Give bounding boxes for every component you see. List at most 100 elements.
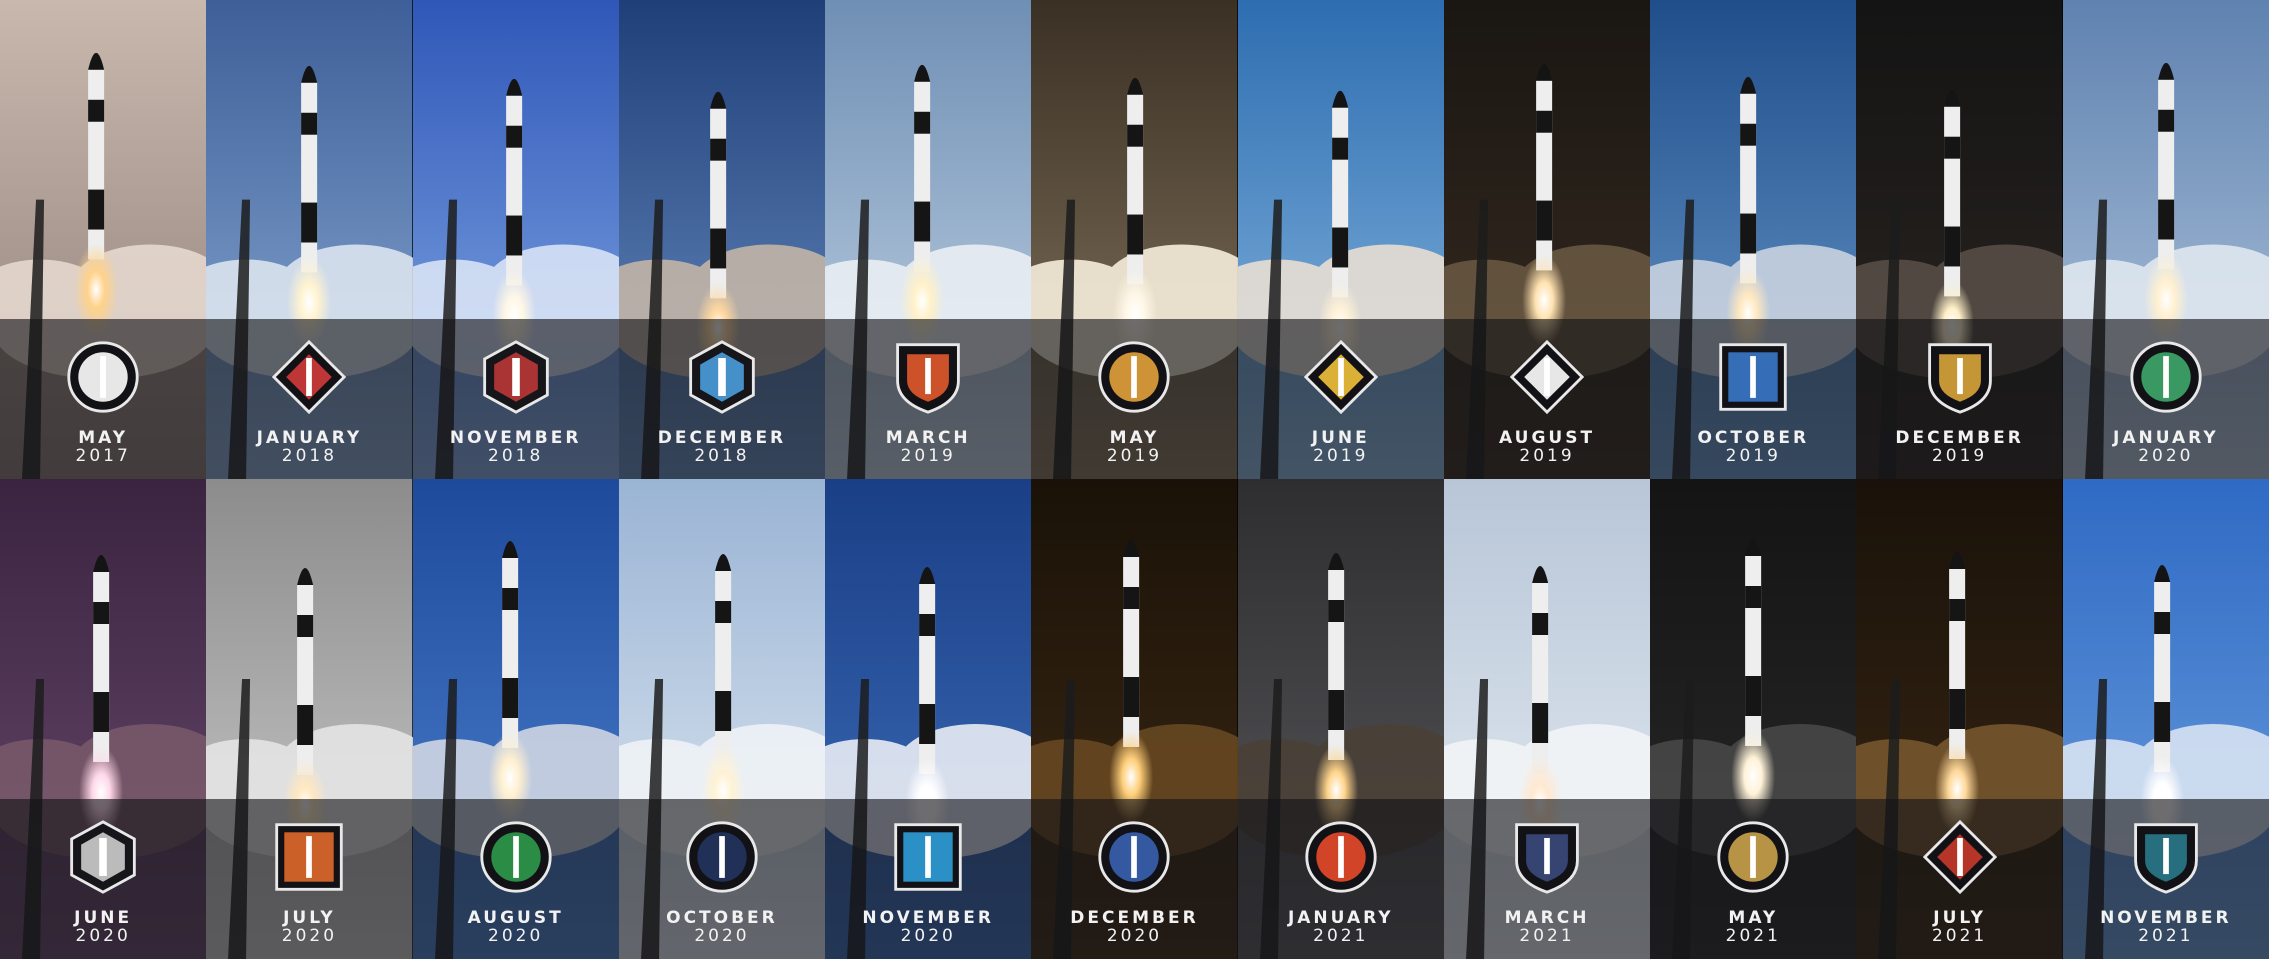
launch-month: JUNE bbox=[1311, 428, 1370, 448]
caption-band: JANUARY 2018 bbox=[206, 319, 413, 479]
launch-year: 2019 bbox=[1931, 446, 1988, 466]
launch-month: AUGUST bbox=[467, 908, 564, 928]
caption-band: AUGUST 2020 bbox=[412, 799, 619, 959]
launch-date: JANUARY 2018 bbox=[206, 429, 412, 465]
launch-year: 2019 bbox=[900, 446, 956, 466]
launch-month: JANUARY bbox=[1287, 908, 1394, 928]
mission-patch-icon bbox=[1719, 343, 1788, 411]
launch-tile: DECEMBER 2018 bbox=[618, 0, 826, 479]
launch-date: JULY 2020 bbox=[206, 909, 412, 945]
launch-date: DECEMBER 2020 bbox=[1031, 909, 1237, 945]
launch-year: 2021 bbox=[1931, 926, 1988, 946]
launch-tile: MARCH 2019 bbox=[825, 0, 1032, 479]
launch-year: 2021 bbox=[1519, 926, 1575, 946]
launch-year: 2020 bbox=[488, 926, 544, 946]
launch-tile: DECEMBER 2019 bbox=[1856, 0, 2063, 479]
launch-tile: OCTOBER 2019 bbox=[1650, 0, 1857, 479]
launch-month: AUGUST bbox=[1499, 428, 1596, 448]
launch-year: 2021 bbox=[1313, 926, 1369, 946]
launch-tile: JUNE 2020 bbox=[0, 479, 207, 959]
launch-month: MAY bbox=[78, 428, 129, 448]
launch-year: 2019 bbox=[1725, 446, 1781, 466]
launch-date: OCTOBER 2019 bbox=[1650, 429, 1856, 465]
launch-date: JANUARY 2020 bbox=[2063, 429, 2269, 465]
caption-band: JANUARY 2021 bbox=[1237, 799, 1444, 959]
launch-date: MARCH 2019 bbox=[825, 429, 1031, 465]
launch-month: JANUARY bbox=[256, 428, 363, 448]
launch-month: MAY bbox=[1109, 428, 1160, 448]
launch-collage-grid: MAY 2017 JANUARY 2018 NOVEMBER 2018 DECEMBER 20… bbox=[0, 0, 2269, 959]
launch-month: JUNE bbox=[74, 908, 133, 928]
launch-date: MAY 2017 bbox=[0, 429, 206, 465]
launch-month: OCTOBER bbox=[1697, 428, 1810, 448]
caption-band: DECEMBER 2018 bbox=[618, 319, 826, 479]
launch-tile: JUNE 2019 bbox=[1237, 0, 1444, 479]
mission-patch-icon bbox=[1922, 819, 1997, 895]
launch-month: JANUARY bbox=[2113, 428, 2219, 448]
caption-band: NOVEMBER 2020 bbox=[825, 799, 1032, 959]
mission-patch-icon bbox=[896, 343, 961, 414]
launch-tile: NOVEMBER 2020 bbox=[825, 479, 1032, 959]
caption-band: DECEMBER 2019 bbox=[1856, 319, 2063, 479]
launch-date: JANUARY 2021 bbox=[1238, 909, 1444, 945]
mission-patch-icon bbox=[275, 823, 344, 891]
launch-date: AUGUST 2019 bbox=[1444, 429, 1650, 465]
launch-date: OCTOBER 2020 bbox=[619, 909, 825, 945]
mission-patch-icon bbox=[67, 341, 139, 413]
launch-tile: JANUARY 2020 bbox=[2062, 0, 2269, 479]
launch-year: 2017 bbox=[75, 446, 131, 466]
launch-year: 2020 bbox=[75, 926, 131, 946]
launch-year: 2021 bbox=[1725, 926, 1781, 946]
mission-patch-icon bbox=[1927, 343, 1992, 414]
mission-patch-icon bbox=[1515, 823, 1579, 894]
launch-month: MARCH bbox=[1504, 908, 1590, 928]
mission-patch-icon bbox=[1717, 821, 1789, 893]
launch-tile: MAY 2017 bbox=[0, 0, 207, 479]
mission-patch-icon bbox=[2134, 823, 2198, 894]
mission-patch-icon bbox=[1303, 339, 1378, 415]
launch-date: DECEMBER 2018 bbox=[619, 429, 825, 465]
launch-tile: MARCH 2021 bbox=[1443, 479, 1651, 959]
launch-month: JULY bbox=[1933, 908, 1986, 928]
launch-month: DECEMBER bbox=[657, 428, 787, 448]
caption-band: JANUARY 2020 bbox=[2062, 319, 2269, 479]
launch-tile: JANUARY 2018 bbox=[206, 0, 413, 479]
launch-tile: NOVEMBER 2018 bbox=[412, 0, 619, 479]
launch-tile: AUGUST 2020 bbox=[412, 479, 619, 959]
mission-patch-icon bbox=[689, 340, 755, 414]
launch-date: AUGUST 2020 bbox=[413, 909, 619, 945]
launch-month: NOVEMBER bbox=[2100, 908, 2232, 928]
launch-tile: NOVEMBER 2021 bbox=[2062, 479, 2269, 959]
caption-band: MARCH 2021 bbox=[1443, 799, 1651, 959]
launch-date: MARCH 2021 bbox=[1444, 909, 1650, 945]
mission-patch-icon bbox=[70, 820, 136, 894]
launch-date: MAY 2021 bbox=[1650, 909, 1856, 945]
caption-band: MARCH 2019 bbox=[825, 319, 1032, 479]
launch-month: JULY bbox=[283, 908, 336, 928]
launch-date: NOVEMBER 2018 bbox=[413, 429, 619, 465]
launch-date: MAY 2019 bbox=[1031, 429, 1237, 465]
mission-patch-icon bbox=[894, 823, 962, 891]
mission-patch-icon bbox=[482, 340, 549, 414]
launch-date: NOVEMBER 2020 bbox=[825, 909, 1031, 945]
launch-tile: JANUARY 2021 bbox=[1237, 479, 1444, 959]
caption-band: JULY 2020 bbox=[206, 799, 413, 959]
caption-band: JUNE 2020 bbox=[0, 799, 207, 959]
launch-month: OCTOBER bbox=[666, 908, 778, 928]
launch-date: JUNE 2020 bbox=[0, 909, 206, 945]
launch-tile: OCTOBER 2020 bbox=[618, 479, 826, 959]
mission-patch-icon bbox=[2130, 341, 2202, 413]
caption-band: MAY 2017 bbox=[0, 319, 207, 479]
launch-year: 2020 bbox=[900, 926, 956, 946]
launch-year: 2020 bbox=[2138, 446, 2194, 466]
caption-band: NOVEMBER 2018 bbox=[412, 319, 619, 479]
caption-band: JULY 2021 bbox=[1856, 799, 2063, 959]
launch-date: JULY 2021 bbox=[1856, 909, 2062, 945]
mission-patch-icon bbox=[1509, 339, 1585, 415]
launch-date: NOVEMBER 2021 bbox=[2063, 909, 2269, 945]
caption-band: MAY 2019 bbox=[1031, 319, 1238, 479]
launch-year: 2018 bbox=[488, 446, 544, 466]
mission-patch-icon bbox=[686, 821, 758, 893]
launch-year: 2019 bbox=[1313, 446, 1369, 466]
launch-year: 2020 bbox=[1106, 926, 1163, 946]
